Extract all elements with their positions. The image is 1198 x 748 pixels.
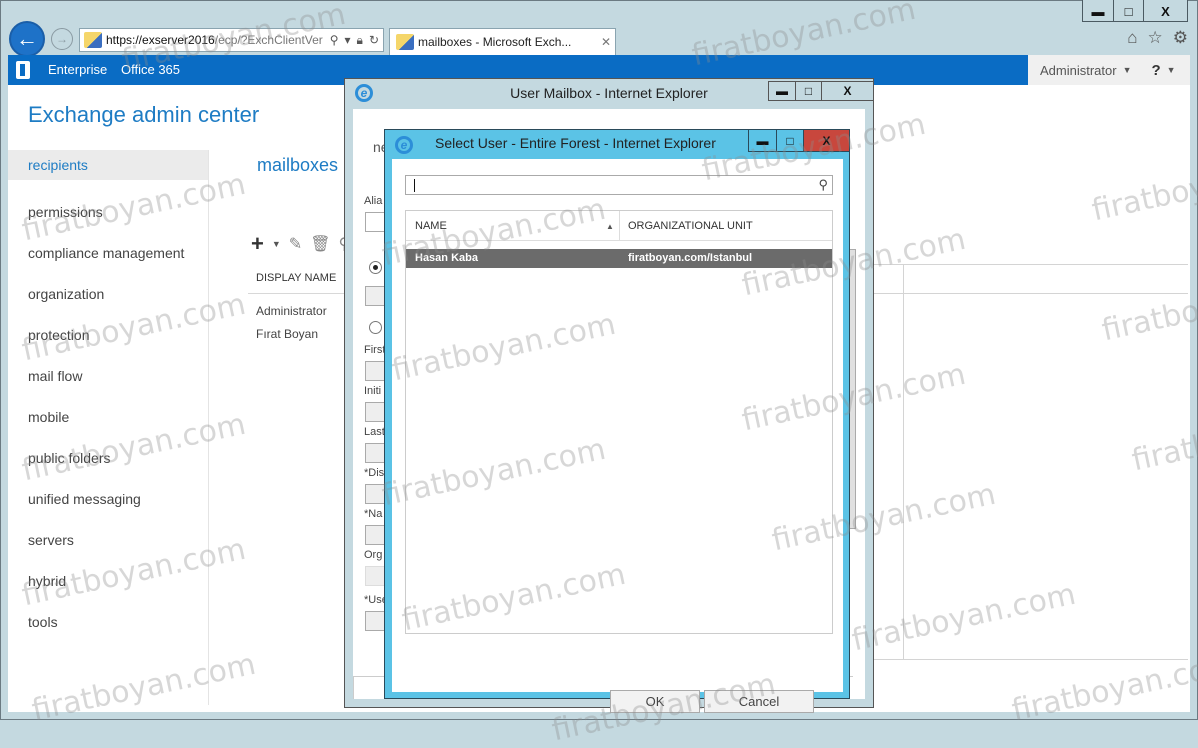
existing-user-radio[interactable] bbox=[369, 261, 382, 274]
ou-label: Org bbox=[364, 549, 383, 561]
url-host: https://exserver2016 bbox=[106, 33, 215, 47]
close-button[interactable]: X bbox=[1143, 0, 1187, 22]
arrow-left-icon: ← bbox=[16, 26, 38, 51]
maximize-button[interactable]: □ bbox=[795, 82, 821, 100]
enterprise-link[interactable]: Enterprise bbox=[48, 62, 107, 77]
display-name-label: *Dis bbox=[364, 467, 385, 479]
search-icon[interactable]: ⚲ bbox=[818, 177, 828, 193]
search-icon[interactable]: ⚲ bbox=[330, 33, 339, 48]
nav-item-organization[interactable]: organization bbox=[8, 273, 208, 314]
add-icon[interactable]: + bbox=[251, 231, 264, 257]
chevron-down-icon[interactable]: ▼ bbox=[1123, 65, 1132, 75]
edit-pencil-icon[interactable]: ✎ bbox=[289, 234, 302, 254]
settings-gear-icon[interactable]: ⚙ bbox=[1173, 28, 1188, 48]
address-url[interactable]: https://exserver2016/ecp/?ExchClientVer bbox=[106, 33, 330, 47]
column-organizational-unit[interactable]: ORGANIZATIONAL UNIT bbox=[619, 211, 753, 241]
office365-link[interactable]: Office 365 bbox=[121, 62, 180, 77]
maximize-button[interactable]: □ bbox=[776, 130, 803, 151]
select-user-body: ⚲ NAME ▲ ORGANIZATIONAL UNIT Hasan Kaba … bbox=[392, 159, 843, 713]
text-cursor bbox=[414, 179, 415, 192]
refresh-icon[interactable]: ↻ bbox=[369, 33, 379, 48]
favorites-star-icon[interactable]: ☆ bbox=[1148, 28, 1163, 48]
chevron-down-icon[interactable]: ▼ bbox=[272, 239, 281, 249]
table-row[interactable]: Fırat Boyan bbox=[256, 327, 318, 341]
left-nav: recipients permissions compliance manage… bbox=[8, 150, 208, 642]
section-title: mailboxes bbox=[257, 155, 339, 175]
back-button[interactable]: ← bbox=[9, 21, 45, 57]
tab-label: mailboxes - Microsoft Exch... bbox=[418, 35, 572, 49]
nav-item-recipients[interactable]: recipients bbox=[8, 150, 208, 180]
table-header: NAME ▲ ORGANIZATIONAL UNIT bbox=[406, 211, 832, 241]
column-name[interactable]: NAME bbox=[406, 211, 447, 241]
nav-item-public-folders[interactable]: public folders bbox=[8, 437, 208, 478]
page-title: Exchange admin center bbox=[28, 102, 260, 127]
users-table: NAME ▲ ORGANIZATIONAL UNIT Hasan Kaba fi… bbox=[405, 210, 833, 634]
table-row[interactable]: Administrator bbox=[256, 304, 327, 318]
alias-label: Alia bbox=[364, 195, 383, 207]
nav-item-mobile[interactable]: mobile bbox=[8, 396, 208, 437]
ok-button[interactable]: OK bbox=[610, 690, 700, 713]
address-bar[interactable]: https://exserver2016/ecp/?ExchClientVer … bbox=[79, 28, 384, 52]
window-controls: ▬ □ X bbox=[748, 130, 850, 152]
forward-button[interactable]: → bbox=[51, 28, 73, 50]
close-button[interactable]: X bbox=[821, 82, 873, 100]
column-display-name[interactable]: DISPLAY NAME bbox=[248, 262, 348, 294]
window-title: Select User - Entire Forest - Internet E… bbox=[435, 135, 716, 151]
internet-explorer-icon: e bbox=[395, 136, 413, 154]
home-icon[interactable]: ⌂ bbox=[1127, 28, 1137, 48]
grid-toolbar: + ▼ ✎ 🗑︎ ⚲ bbox=[251, 231, 350, 257]
close-tab-icon[interactable]: ✕ bbox=[597, 35, 615, 49]
url-path: /ecp/?ExchClientVer bbox=[214, 33, 323, 47]
user-menu[interactable]: Administrator bbox=[1040, 63, 1117, 78]
browser-tab[interactable]: mailboxes - Microsoft Exch... ✕ bbox=[389, 28, 616, 55]
nav-item-servers[interactable]: servers bbox=[8, 519, 208, 560]
minimize-button[interactable]: ▬ bbox=[1083, 0, 1113, 22]
cancel-button[interactable]: Cancel bbox=[704, 690, 814, 713]
details-divider bbox=[903, 264, 904, 659]
name-label: *Na bbox=[364, 508, 383, 520]
ou-cell: firatboyan.com/Istanbul bbox=[628, 252, 753, 264]
sort-ascending-icon[interactable]: ▲ bbox=[606, 222, 614, 231]
initials-label: Initi bbox=[364, 385, 382, 397]
nav-item-permissions[interactable]: permissions bbox=[8, 191, 208, 232]
chevron-down-icon[interactable]: ▼ bbox=[1167, 65, 1176, 75]
nav-item-hybrid[interactable]: hybrid bbox=[8, 560, 208, 601]
last-name-label: Last bbox=[364, 426, 385, 438]
office-logo-icon[interactable] bbox=[16, 61, 30, 79]
table-row[interactable]: Hasan Kaba firatboyan.com/Istanbul bbox=[406, 249, 832, 268]
help-button[interactable]: ? bbox=[1152, 62, 1161, 79]
lock-icon[interactable]: 🔒︎ bbox=[357, 33, 363, 48]
details-divider bbox=[853, 659, 1188, 660]
nav-item-compliance-management[interactable]: compliance management bbox=[8, 232, 208, 273]
user-name-cell: Hasan Kaba bbox=[415, 252, 478, 264]
nav-item-mail-flow[interactable]: mail flow bbox=[8, 355, 208, 396]
nav-item-protection[interactable]: protection bbox=[8, 314, 208, 355]
delete-trash-icon[interactable]: 🗑︎ bbox=[310, 234, 330, 254]
minimize-button[interactable]: ▬ bbox=[769, 82, 795, 100]
new-user-radio[interactable] bbox=[369, 321, 382, 334]
minimize-button[interactable]: ▬ bbox=[749, 130, 776, 151]
dropdown-icon[interactable]: ▾ bbox=[345, 33, 351, 48]
search-input[interactable]: ⚲ bbox=[405, 175, 833, 195]
exchange-favicon-icon bbox=[396, 34, 414, 50]
close-button[interactable]: X bbox=[803, 130, 849, 151]
select-user-window: e Select User - Entire Forest - Internet… bbox=[384, 129, 850, 713]
exchange-favicon-icon bbox=[84, 32, 102, 48]
nav-divider bbox=[208, 150, 209, 705]
first-name-label: First bbox=[364, 344, 386, 356]
nav-item-unified-messaging[interactable]: unified messaging bbox=[8, 478, 208, 519]
nav-item-tools[interactable]: tools bbox=[8, 601, 208, 642]
maximize-button[interactable]: □ bbox=[1113, 0, 1143, 22]
window-controls: ▬ □ X bbox=[768, 81, 874, 101]
arrow-right-icon: → bbox=[56, 32, 68, 46]
browser-window-controls: ▬ □ X bbox=[1082, 0, 1188, 22]
